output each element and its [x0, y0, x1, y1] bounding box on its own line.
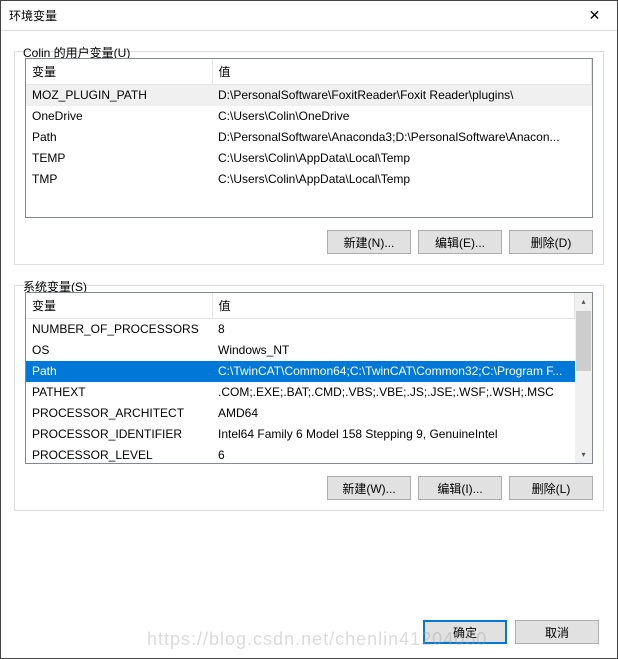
close-icon: ✕ [589, 7, 601, 24]
table-row[interactable]: PATHEXT.COM;.EXE;.BAT;.CMD;.VBS;.VBE;.JS… [26, 382, 575, 403]
close-button[interactable]: ✕ [572, 1, 617, 31]
cell-value: Intel64 Family 6 Model 158 Stepping 9, G… [212, 424, 575, 445]
user-delete-button[interactable]: 删除(D) [509, 230, 593, 254]
cell-variable: TMP [26, 169, 212, 190]
system-vars-table-wrap: 变量 值 NUMBER_OF_PROCESSORS8OSWindows_NTPa… [25, 292, 593, 464]
table-row[interactable]: PathC:\TwinCAT\Common64;C:\TwinCAT\Commo… [26, 361, 575, 382]
col-value[interactable]: 值 [212, 59, 592, 85]
cell-value: .COM;.EXE;.BAT;.CMD;.VBS;.VBE;.JS;.JSE;.… [212, 382, 575, 403]
table-row[interactable]: OneDriveC:\Users\Colin\OneDrive [26, 106, 592, 127]
cell-value: C:\Users\Colin\OneDrive [212, 106, 592, 127]
user-vars-table[interactable]: 变量 值 MOZ_PLUGIN_PATHD:\PersonalSoftware\… [26, 59, 592, 190]
window-title: 环境变量 [9, 7, 572, 24]
system-vars-table[interactable]: 变量 值 NUMBER_OF_PROCESSORS8OSWindows_NTPa… [26, 293, 575, 464]
cell-variable: OS [26, 340, 212, 361]
ok-button[interactable]: 确定 [423, 620, 507, 644]
table-row[interactable]: PROCESSOR_ARCHITECTAMD64 [26, 403, 575, 424]
scrollbar[interactable]: ▴ ▾ [575, 293, 592, 463]
cancel-button[interactable]: 取消 [515, 620, 599, 644]
user-vars-table-wrap: 变量 值 MOZ_PLUGIN_PATHD:\PersonalSoftware\… [25, 58, 593, 218]
dialog-body: Colin 的用户变量(U) 变量 值 MOZ_PLUGIN_PATHD:\Pe… [1, 31, 617, 610]
scroll-down-icon[interactable]: ▾ [575, 446, 592, 463]
system-edit-button[interactable]: 编辑(I)... [418, 476, 502, 500]
cell-value: Windows_NT [212, 340, 575, 361]
user-vars-group: Colin 的用户变量(U) 变量 值 MOZ_PLUGIN_PATHD:\Pe… [14, 51, 604, 265]
cell-variable: OneDrive [26, 106, 212, 127]
cell-variable: Path [26, 127, 212, 148]
cell-variable: PROCESSOR_ARCHITECT [26, 403, 212, 424]
cell-variable: PROCESSOR_LEVEL [26, 445, 212, 465]
scroll-thumb[interactable] [576, 311, 591, 371]
cell-value: C:\TwinCAT\Common64;C:\TwinCAT\Common32;… [212, 361, 575, 382]
cell-value: C:\Users\Colin\AppData\Local\Temp [212, 169, 592, 190]
user-edit-button[interactable]: 编辑(E)... [418, 230, 502, 254]
system-vars-buttons: 新建(W)... 编辑(I)... 删除(L) [25, 476, 593, 500]
col-variable[interactable]: 变量 [26, 59, 212, 85]
cell-value: D:\PersonalSoftware\FoxitReader\Foxit Re… [212, 85, 592, 106]
cell-variable: NUMBER_OF_PROCESSORS [26, 319, 212, 340]
cell-variable: Path [26, 361, 212, 382]
table-row[interactable]: PROCESSOR_LEVEL6 [26, 445, 575, 465]
cell-variable: PROCESSOR_IDENTIFIER [26, 424, 212, 445]
spacer [14, 265, 604, 277]
dialog-buttons: https://blog.csdn.net/chenlin41204050 确定… [1, 610, 617, 658]
cell-value: C:\Users\Colin\AppData\Local\Temp [212, 148, 592, 169]
cell-value: 6 [212, 445, 575, 465]
col-value[interactable]: 值 [212, 293, 575, 319]
system-vars-group: 系统变量(S) 变量 值 NUMBER_OF_PROCESSORS8OSWind… [14, 285, 604, 511]
cell-value: D:\PersonalSoftware\Anaconda3;D:\Persona… [212, 127, 592, 148]
col-variable[interactable]: 变量 [26, 293, 212, 319]
scroll-up-icon[interactable]: ▴ [575, 293, 592, 310]
cell-value: AMD64 [212, 403, 575, 424]
user-vars-buttons: 新建(N)... 编辑(E)... 删除(D) [25, 230, 593, 254]
table-row[interactable]: MOZ_PLUGIN_PATHD:\PersonalSoftware\Foxit… [26, 85, 592, 106]
cell-value: 8 [212, 319, 575, 340]
titlebar: 环境变量 ✕ [1, 1, 617, 31]
system-delete-button[interactable]: 删除(L) [509, 476, 593, 500]
cell-variable: TEMP [26, 148, 212, 169]
table-header-row: 变量 值 [26, 59, 592, 85]
env-vars-dialog: 环境变量 ✕ Colin 的用户变量(U) 变量 值 MOZ_PLUGIN_PA… [0, 0, 618, 659]
table-row[interactable]: NUMBER_OF_PROCESSORS8 [26, 319, 575, 340]
cell-variable: MOZ_PLUGIN_PATH [26, 85, 212, 106]
table-row[interactable]: OSWindows_NT [26, 340, 575, 361]
system-new-button[interactable]: 新建(W)... [327, 476, 411, 500]
table-row[interactable]: TEMPC:\Users\Colin\AppData\Local\Temp [26, 148, 592, 169]
table-row[interactable]: PROCESSOR_IDENTIFIERIntel64 Family 6 Mod… [26, 424, 575, 445]
user-new-button[interactable]: 新建(N)... [327, 230, 411, 254]
cell-variable: PATHEXT [26, 382, 212, 403]
table-header-row: 变量 值 [26, 293, 575, 319]
table-row[interactable]: PathD:\PersonalSoftware\Anaconda3;D:\Per… [26, 127, 592, 148]
table-row[interactable]: TMPC:\Users\Colin\AppData\Local\Temp [26, 169, 592, 190]
